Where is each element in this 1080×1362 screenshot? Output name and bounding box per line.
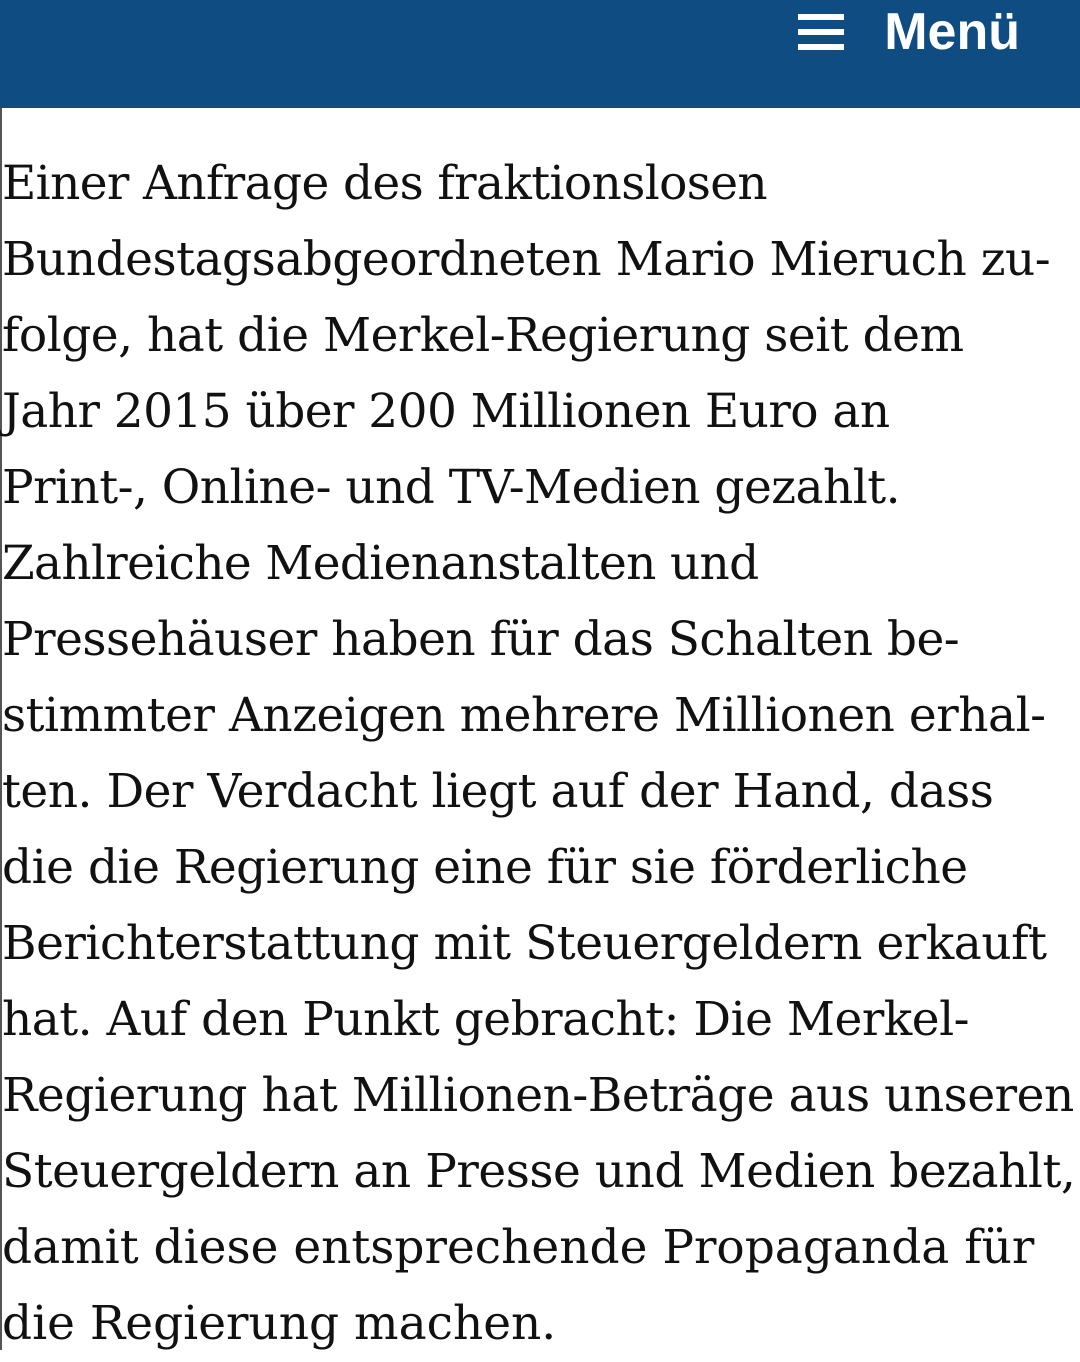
article-line: hat. Auf den Punkt gebracht: Die Merkel- — [2, 992, 970, 1047]
article-line: folge, hat die Merkel-Regierung seit dem — [2, 308, 964, 363]
menu-button[interactable]: Menü — [798, 4, 1020, 60]
article-line: stimmter Anzeigen mehrere Millionen erha… — [2, 688, 1046, 743]
article-line: Pressehäuser haben für das Schalten be- — [2, 612, 960, 667]
article-line: Regierung hat Millionen-Beträge aus unse… — [2, 1068, 1074, 1123]
article-paragraph: Einer Anfrage des fraktionslosen Bundest… — [2, 146, 1076, 1362]
top-header-bar: Menü — [0, 0, 1080, 108]
menu-label: Menü — [884, 3, 1020, 61]
article-line: Einer Anfrage des fraktionslosen — [2, 156, 768, 211]
article-line: Steuergeldern an Presse und Medien bezah… — [2, 1144, 1076, 1199]
article-line: Jahr 2015 über 200 Millionen Euro an — [2, 384, 890, 439]
article-content: Einer Anfrage des fraktionslosen Bundest… — [0, 108, 1080, 1351]
article-line: damit diese entsprechende Propaganda für — [2, 1220, 1035, 1275]
article-line: Bundestagsabgeordneten Mario Mieruch zu- — [2, 232, 1051, 287]
article-line: Print-, Online- und TV-Medien gezahlt. — [2, 460, 901, 515]
article-line: Berichterstattung mit Steuergeldern erka… — [2, 916, 1047, 971]
hamburger-menu-icon — [798, 14, 845, 50]
article-line: Zahlreiche Medienanstalten und — [2, 536, 759, 591]
article-line: die Regierung machen. — [2, 1296, 557, 1351]
article-line: die die Regierung eine für sie förderlic… — [2, 840, 968, 895]
article-line: ten. Der Verdacht liegt auf der Hand, da… — [2, 764, 994, 819]
